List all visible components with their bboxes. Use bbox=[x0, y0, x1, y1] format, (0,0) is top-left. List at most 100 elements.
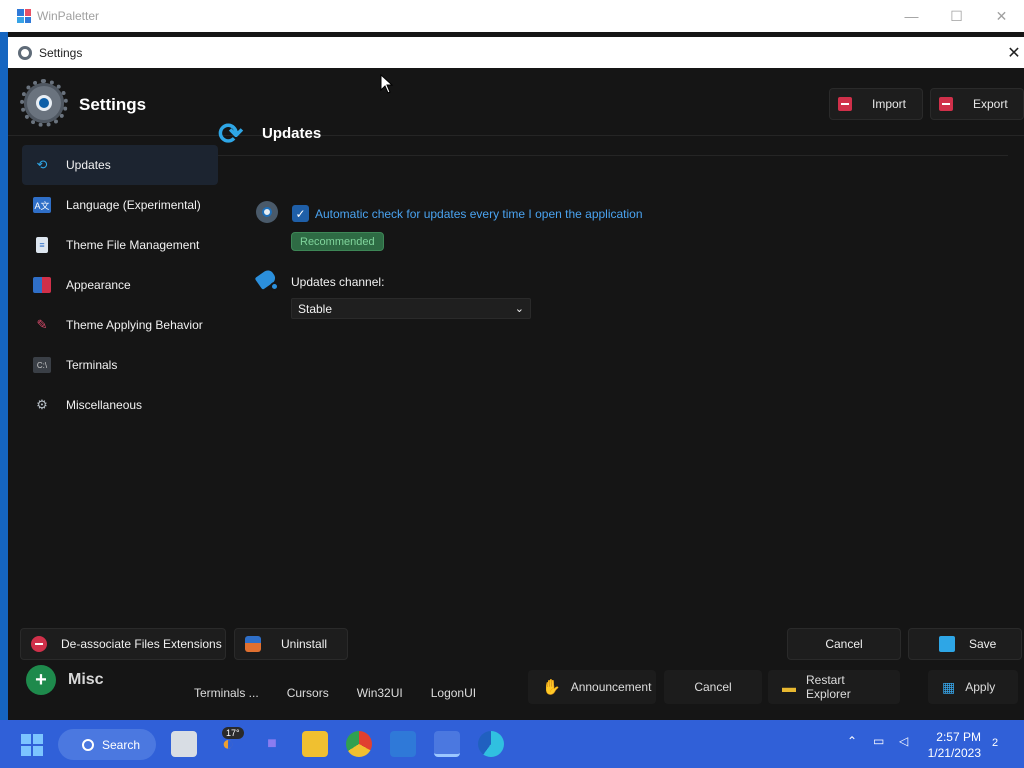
update-gear-icon bbox=[256, 201, 278, 223]
close-button[interactable]: ✕ bbox=[979, 0, 1024, 32]
import-label: Import bbox=[872, 97, 907, 111]
main-cancel-button[interactable]: Cancel bbox=[664, 670, 762, 704]
edge-icon[interactable] bbox=[478, 731, 504, 757]
apply-label: Apply bbox=[965, 680, 996, 694]
volume-icon[interactable]: ◁ bbox=[899, 734, 908, 748]
tab-cursors[interactable]: Cursors bbox=[273, 680, 343, 706]
dialog-titlebar: Settings ✕ bbox=[8, 37, 1024, 68]
content-header: ⟳ Updates bbox=[218, 115, 1008, 156]
chevron-up-icon[interactable]: ⌃ bbox=[847, 734, 857, 748]
tab-win32ui[interactable]: Win32UI bbox=[343, 680, 417, 706]
restart-explorer-button[interactable]: ▬ Restart Explorer bbox=[768, 670, 900, 704]
terminal-icon: C:\ bbox=[33, 357, 51, 373]
folder-icon: ▬ bbox=[782, 679, 796, 695]
search-label: Search bbox=[102, 737, 141, 752]
sidebar-item-updates[interactable]: ⟲ Updates bbox=[22, 145, 218, 185]
network-icon[interactable]: ▭ bbox=[873, 734, 884, 748]
sidebar-item-label: Language (Experimental) bbox=[66, 198, 201, 212]
save-icon bbox=[939, 636, 955, 652]
sidebar-item-label: Terminals bbox=[66, 358, 118, 372]
content-title: Updates bbox=[262, 125, 322, 142]
clock-date: 1/21/2023 bbox=[927, 746, 981, 760]
updates-channel-value: Stable bbox=[298, 301, 333, 316]
misc-label: Misc bbox=[68, 671, 104, 688]
minimize-button[interactable]: — bbox=[889, 0, 934, 32]
chevron-down-icon: ⌄ bbox=[514, 303, 524, 315]
language-icon: A文 bbox=[33, 197, 51, 213]
sidebar-item-label: Theme Applying Behavior bbox=[66, 318, 203, 332]
cancel-label: Cancel bbox=[825, 637, 863, 651]
header-title: Settings bbox=[79, 95, 147, 114]
main-window-title: WinPaletter bbox=[37, 9, 100, 23]
taskbar-clock[interactable]: 2:57 PM 1/21/2023 bbox=[925, 729, 981, 761]
deassociate-button[interactable]: De-associate Files Extensions bbox=[20, 628, 226, 660]
updates-channel-label: Updates channel: bbox=[291, 275, 385, 289]
store-icon[interactable] bbox=[390, 731, 416, 757]
weather-badge: 17° bbox=[222, 727, 244, 739]
file-explorer-icon[interactable] bbox=[302, 731, 328, 757]
uninstall-button[interactable]: Uninstall bbox=[234, 628, 348, 660]
notification-count[interactable]: 2 bbox=[992, 737, 998, 749]
settings-sidebar: ⟲ Updates A文 Language (Experimental) ≡ T… bbox=[22, 145, 218, 425]
teams-icon[interactable]: ■ bbox=[259, 731, 285, 757]
brush-icon: ✎ bbox=[36, 317, 48, 332]
deassociate-label: De-associate Files Extensions bbox=[61, 637, 222, 651]
sidebar-item-theme-file-management[interactable]: ≡ Theme File Management bbox=[22, 225, 218, 265]
export-icon bbox=[939, 97, 953, 111]
cancel-button[interactable]: Cancel bbox=[787, 628, 901, 660]
sidebar-item-language[interactable]: A文 Language (Experimental) bbox=[22, 185, 218, 225]
export-label: Export bbox=[973, 97, 1008, 111]
uninstall-label: Uninstall bbox=[281, 637, 328, 651]
sidebar-item-label: Appearance bbox=[66, 278, 131, 292]
sidebar-item-terminals[interactable]: C:\ Terminals bbox=[22, 345, 218, 385]
dialog-close-button[interactable]: ✕ bbox=[1004, 37, 1024, 68]
main-cancel-label: Cancel bbox=[694, 680, 732, 694]
dialog-title: Settings bbox=[39, 45, 83, 60]
gear-icon bbox=[18, 45, 32, 60]
uninstall-box-icon bbox=[245, 636, 261, 652]
auto-check-label[interactable]: Automatic check for updates every time I… bbox=[315, 207, 643, 221]
desktop-edge bbox=[0, 32, 8, 722]
refresh-icon: ⟲ bbox=[36, 157, 48, 172]
sidebar-item-appearance[interactable]: Appearance bbox=[22, 265, 218, 305]
task-view-icon[interactable] bbox=[171, 731, 197, 757]
announcement-label: Announcement bbox=[570, 680, 652, 694]
taskbar-search[interactable]: Search bbox=[58, 729, 156, 760]
plus-icon: + bbox=[26, 665, 56, 695]
announcement-button[interactable]: ✋ Announcement bbox=[528, 670, 656, 704]
main-titlebar: WinPaletter — ☐ ✕ bbox=[0, 0, 1024, 32]
gears-icon: ⚙ bbox=[36, 397, 48, 412]
auto-check-checkbox[interactable]: ✓ bbox=[292, 205, 309, 222]
sidebar-item-miscellaneous[interactable]: ⚙ Miscellaneous bbox=[22, 385, 218, 425]
search-icon bbox=[82, 738, 94, 751]
updates-refresh-icon: ⟳ bbox=[218, 118, 244, 151]
save-button[interactable]: Save bbox=[908, 628, 1022, 660]
tag-icon bbox=[254, 268, 279, 292]
remove-icon bbox=[31, 636, 47, 652]
sidebar-item-label: Miscellaneous bbox=[66, 398, 143, 412]
restart-explorer-label: Restart Explorer bbox=[806, 673, 851, 701]
sidebar-item-theme-applying-behavior[interactable]: ✎ Theme Applying Behavior bbox=[22, 305, 218, 345]
maximize-button[interactable]: ☐ bbox=[934, 0, 979, 32]
recommended-badge: Recommended bbox=[291, 232, 384, 251]
winpaletter-logo-icon bbox=[17, 9, 31, 23]
save-label: Save bbox=[969, 637, 997, 651]
start-button[interactable] bbox=[21, 734, 43, 756]
appearance-icon bbox=[33, 277, 51, 293]
sidebar-item-label: Updates bbox=[66, 158, 111, 172]
hand-icon: ✋ bbox=[542, 679, 561, 696]
import-icon bbox=[838, 97, 852, 111]
tab-logonui[interactable]: LogonUI bbox=[417, 680, 490, 706]
sidebar-item-label: Theme File Management bbox=[66, 238, 200, 252]
apply-button[interactable]: ▦ Apply bbox=[928, 670, 1018, 704]
misc-section: + Misc bbox=[26, 665, 104, 695]
settings-gear-icon bbox=[20, 79, 68, 127]
tab-terminals[interactable]: Terminals ... bbox=[180, 680, 273, 706]
chrome-icon[interactable] bbox=[346, 731, 372, 757]
updates-channel-select[interactable]: Stable ⌄ bbox=[291, 298, 531, 319]
clock-time: 2:57 PM bbox=[936, 730, 981, 744]
main-bottom-tabs: Terminals ... Cursors Win32UI LogonUI bbox=[180, 680, 490, 706]
file-icon: ≡ bbox=[36, 237, 48, 253]
winpaletter-taskbar-icon[interactable] bbox=[434, 731, 460, 757]
apply-icon: ▦ bbox=[942, 678, 956, 695]
